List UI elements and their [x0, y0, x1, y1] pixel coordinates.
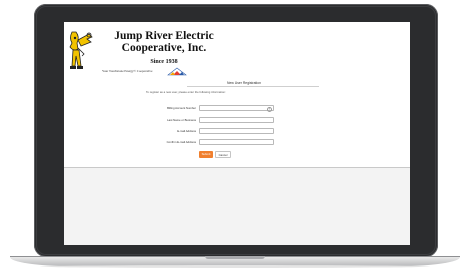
billing-account-label: Billing Account Number — [167, 106, 196, 110]
email-label: E-mail Address — [177, 129, 196, 133]
title-divider — [187, 86, 319, 87]
cancel-button[interactable]: Cancel — [215, 151, 231, 158]
laptop-base-notch — [205, 256, 265, 259]
form-title: New User Registration — [227, 81, 261, 85]
submit-button[interactable]: Submit — [199, 151, 213, 158]
brand-name: Jump River Electric Cooperative, Inc. — [99, 30, 229, 54]
touchstone-energy-logo — [167, 67, 187, 76]
billing-account-input[interactable]: ? — [199, 105, 274, 112]
billing-account-row: Billing Account Number ? — [134, 105, 346, 112]
last-name-input[interactable] — [199, 117, 274, 123]
brand-name-line1: Jump River Electric — [114, 30, 214, 42]
confirm-email-row: Confirm E-mail Address — [134, 139, 346, 146]
since-text: Since 1938 — [150, 59, 178, 65]
email-row: E-mail Address — [134, 128, 346, 135]
tagline-text: Your Touchstone Energy® Cooperative — [102, 69, 153, 73]
laptop-shadow — [40, 265, 430, 268]
confirm-email-input[interactable] — [199, 139, 274, 145]
cooperative-mascot-icon — [69, 31, 93, 69]
email-input[interactable] — [199, 128, 274, 134]
question-mark-icon[interactable]: ? — [267, 107, 272, 112]
last-name-row: Last Name or Business — [134, 117, 346, 124]
browser-screen: Jump River Electric Cooperative, Inc. Si… — [64, 22, 410, 245]
confirm-email-label: Confirm E-mail Address — [166, 140, 196, 144]
last-name-label: Last Name or Business — [167, 118, 196, 122]
registration-page: Jump River Electric Cooperative, Inc. Si… — [64, 22, 410, 168]
brand-name-line2: Cooperative, Inc. — [121, 42, 207, 54]
form-intro: To register as a new user, please enter … — [146, 90, 226, 94]
